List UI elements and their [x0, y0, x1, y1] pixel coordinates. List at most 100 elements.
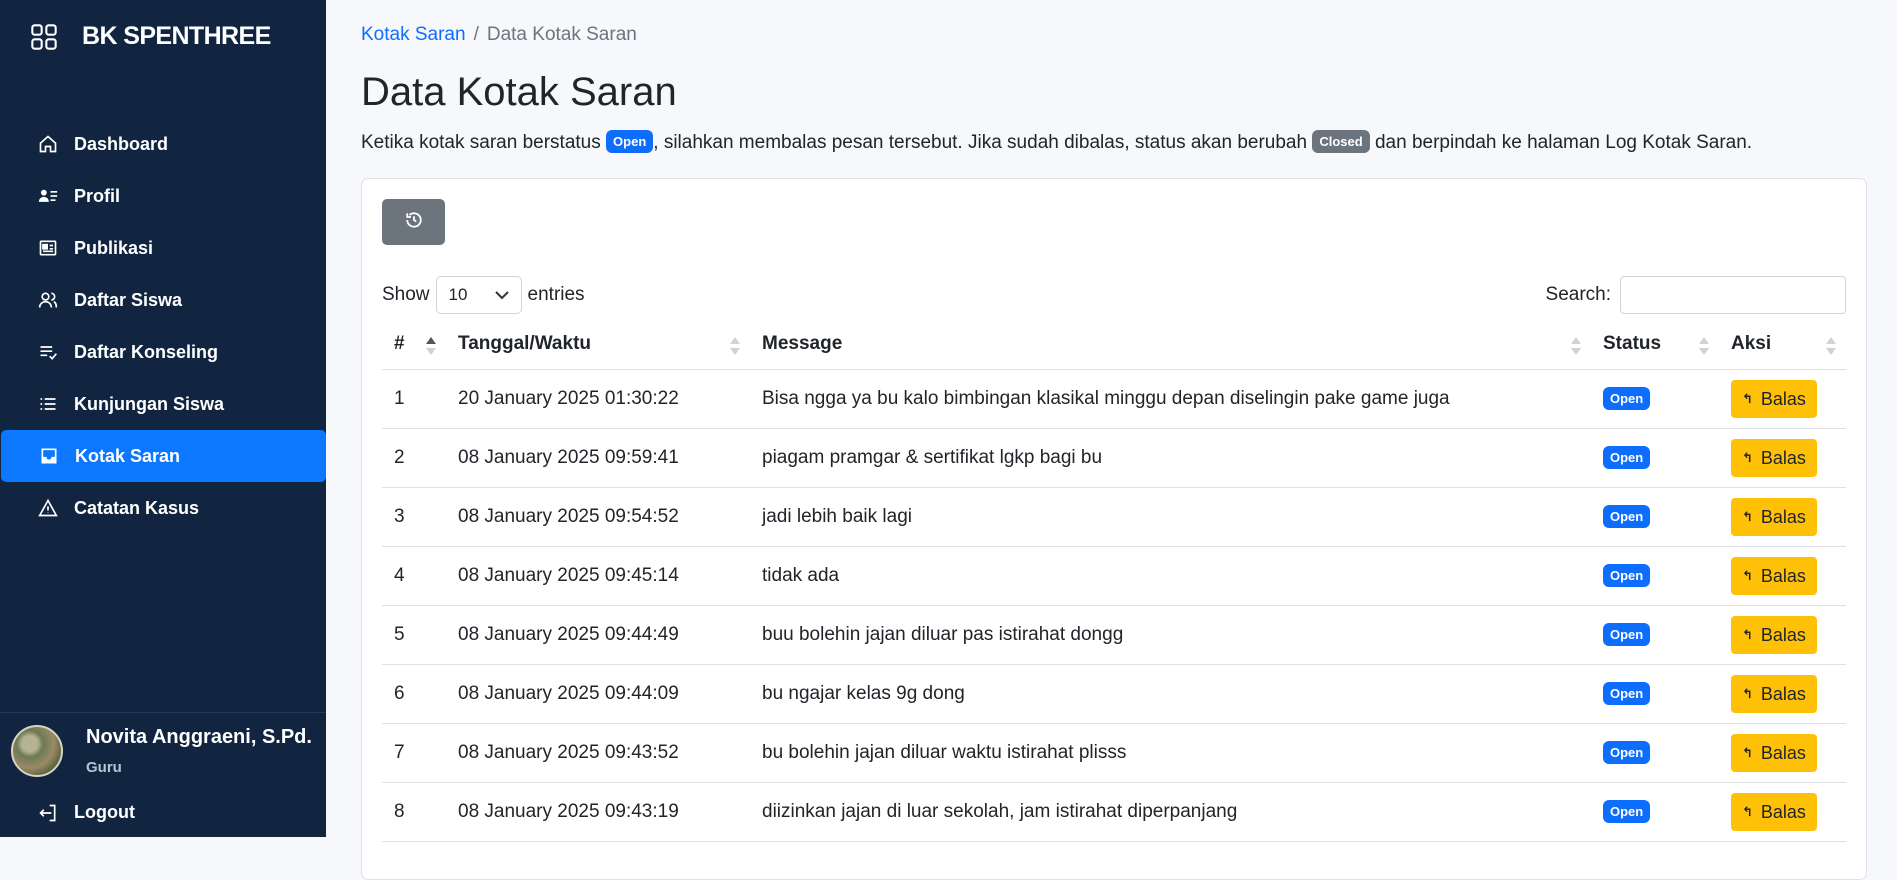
- sidebar-item-profil[interactable]: Profil: [0, 170, 326, 222]
- row-action: ↰ Balas: [1719, 487, 1846, 547]
- row-datetime: 08 January 2025 09:59:41: [446, 428, 750, 488]
- reply-label: Balas: [1760, 742, 1806, 763]
- reply-button[interactable]: ↰ Balas: [1731, 380, 1817, 418]
- table-row: 1 20 January 2025 01:30:22 Bisa ngga ya …: [382, 369, 1846, 429]
- reply-button[interactable]: ↰ Balas: [1731, 498, 1817, 536]
- reply-icon: ↰: [1742, 568, 1753, 583]
- table-header-row: # Tanggal/Waktu Message Status Aksi: [382, 319, 1846, 370]
- brand-name: BK SPENTHREE: [82, 22, 271, 50]
- home-icon: [38, 134, 58, 154]
- sort-icon: [426, 337, 436, 355]
- sidebar-item-dashboard[interactable]: Dashboard: [0, 118, 326, 170]
- logout-button[interactable]: Logout: [38, 802, 135, 823]
- row-message: Bisa ngga ya bu kalo bimbingan klasikal …: [750, 369, 1591, 429]
- status-badge: Open: [1603, 387, 1651, 410]
- col-number-header[interactable]: #: [382, 319, 446, 370]
- table-body: 1 20 January 2025 01:30:22 Bisa ngga ya …: [382, 369, 1846, 842]
- reply-button[interactable]: ↰ Balas: [1731, 616, 1817, 654]
- sidebar-item-label: Publikasi: [74, 237, 154, 258]
- avatar: [11, 725, 63, 777]
- reply-icon: ↰: [1742, 450, 1753, 465]
- chevron-down-icon: [494, 285, 509, 305]
- profile-card-icon: [38, 186, 58, 206]
- search-control: Search:: [1546, 276, 1846, 314]
- sidebar-item-label: Daftar Siswa: [74, 289, 183, 310]
- sort-icon: [1826, 337, 1836, 355]
- row-message: tidak ada: [750, 546, 1591, 606]
- breadcrumb-separator: /: [473, 24, 479, 45]
- col-datetime-header[interactable]: Tanggal/Waktu: [446, 319, 750, 370]
- page-title: Data Kotak Saran: [361, 70, 677, 114]
- col-aksi-header[interactable]: Aksi: [1719, 319, 1846, 370]
- reply-label: Balas: [1760, 447, 1806, 468]
- row-message: jadi lebih baik lagi: [750, 487, 1591, 547]
- history-button[interactable]: [382, 199, 445, 245]
- row-status: Open: [1591, 369, 1719, 429]
- table-row: 4 08 January 2025 09:45:14 tidak ada Ope…: [382, 546, 1846, 606]
- sidebar-item-label: Daftar Konseling: [74, 341, 219, 362]
- sidebar: BK SPENTHREE Dashboard Profil Publikasi …: [0, 0, 326, 837]
- status-badge: Open: [1603, 800, 1651, 823]
- row-number: 1: [382, 369, 446, 429]
- status-badge: Open: [1603, 741, 1651, 764]
- row-datetime: 08 January 2025 09:45:14: [446, 546, 750, 606]
- reply-label: Balas: [1760, 624, 1806, 645]
- sidebar-item-kunjungan-siswa[interactable]: Kunjungan Siswa: [0, 378, 326, 430]
- table-row: 3 08 January 2025 09:54:52 jadi lebih ba…: [382, 487, 1846, 547]
- row-datetime: 08 January 2025 09:44:49: [446, 605, 750, 665]
- data-card: Show 10 entries Search: # Tanggal/Waktu …: [361, 178, 1867, 880]
- list-check-icon: [38, 342, 58, 362]
- search-label: Search:: [1545, 284, 1611, 305]
- reply-label: Balas: [1760, 388, 1806, 409]
- sidebar-item-label: Profil: [74, 185, 121, 206]
- logout-icon: [38, 803, 58, 823]
- open-badge: Open: [606, 130, 654, 153]
- sidebar-item-publikasi[interactable]: Publikasi: [0, 222, 326, 274]
- row-status: Open: [1591, 723, 1719, 783]
- reply-button[interactable]: ↰ Balas: [1731, 793, 1817, 831]
- users-icon: [38, 290, 58, 310]
- reply-icon: ↰: [1742, 804, 1753, 819]
- entries-select[interactable]: 10: [435, 276, 522, 314]
- search-input[interactable]: [1620, 276, 1846, 314]
- user-name: Novita Anggraeni, S.Pd.: [86, 726, 312, 748]
- row-number: 6: [382, 664, 446, 724]
- reply-label: Balas: [1760, 565, 1806, 586]
- status-badge: Open: [1603, 623, 1651, 646]
- reply-icon: ↰: [1742, 627, 1753, 642]
- reply-button[interactable]: ↰ Balas: [1731, 734, 1817, 772]
- sidebar-item-label: Dashboard: [74, 133, 169, 154]
- breadcrumb-parent[interactable]: Kotak Saran: [361, 24, 466, 45]
- row-status: Open: [1591, 605, 1719, 665]
- col-message-header[interactable]: Message: [750, 319, 1591, 370]
- newspaper-icon: [38, 238, 58, 258]
- user-profile[interactable]: Novita Anggraeni, S.Pd. Guru: [11, 725, 312, 777]
- status-badge: Open: [1603, 505, 1651, 528]
- reply-icon: ↰: [1742, 686, 1753, 701]
- table-row: 6 08 January 2025 09:44:09 bu ngajar kel…: [382, 664, 1846, 724]
- row-number: 4: [382, 546, 446, 606]
- reply-label: Balas: [1760, 506, 1806, 527]
- entries-value: 10: [448, 285, 468, 304]
- sidebar-nav: Dashboard Profil Publikasi Daftar Siswa …: [0, 118, 326, 534]
- row-action: ↰ Balas: [1719, 369, 1846, 429]
- reply-icon: ↰: [1742, 745, 1753, 760]
- sidebar-item-kotak-saran[interactable]: Kotak Saran: [1, 430, 326, 482]
- reply-button[interactable]: ↰ Balas: [1731, 557, 1817, 595]
- sidebar-item-daftar-konseling[interactable]: Daftar Konseling: [0, 326, 326, 378]
- status-badge: Open: [1603, 682, 1651, 705]
- user-role: Guru: [86, 759, 122, 776]
- history-icon: [405, 211, 423, 234]
- reply-button[interactable]: ↰ Balas: [1731, 439, 1817, 477]
- col-status-header[interactable]: Status: [1591, 319, 1719, 370]
- row-action: ↰ Balas: [1719, 782, 1846, 842]
- sidebar-item-catatan-kasus[interactable]: Catatan Kasus: [0, 482, 326, 534]
- row-status: Open: [1591, 546, 1719, 606]
- row-status: Open: [1591, 664, 1719, 724]
- sidebar-item-daftar-siswa[interactable]: Daftar Siswa: [0, 274, 326, 326]
- reply-button[interactable]: ↰ Balas: [1731, 675, 1817, 713]
- brand[interactable]: BK SPENTHREE: [30, 22, 271, 51]
- row-action: ↰ Balas: [1719, 664, 1846, 724]
- warning-icon: [38, 498, 58, 518]
- row-number: 5: [382, 605, 446, 665]
